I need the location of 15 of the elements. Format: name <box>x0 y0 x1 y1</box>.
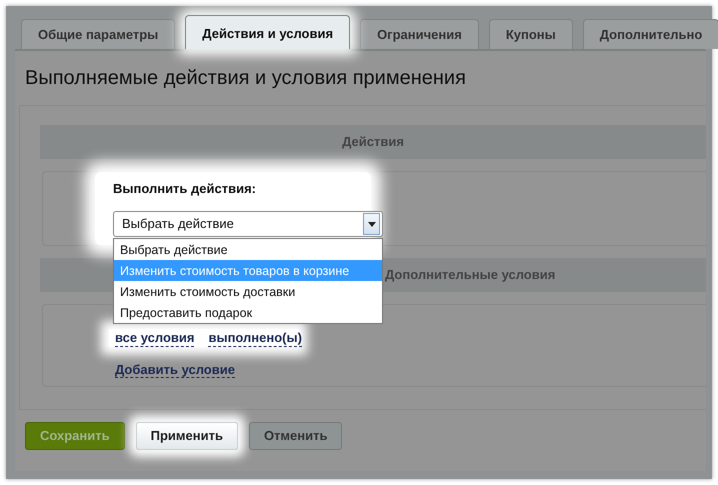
tab[interactable]: Общие параметры <box>21 19 176 49</box>
form-button[interactable]: Применить <box>136 422 238 450</box>
add-condition-link[interactable]: Добавить условие <box>115 362 235 378</box>
form-button[interactable]: Отменить <box>248 422 342 450</box>
dropdown-option[interactable]: Предоставить подарок <box>114 302 382 323</box>
condition-link[interactable]: выполнено(ы) <box>208 329 302 347</box>
actions-label: Выполнить действия: <box>113 180 257 197</box>
tab[interactable]: Действия и условия <box>185 15 350 49</box>
tab[interactable]: Ограничения <box>360 19 479 49</box>
page-title: Выполняемые действия и условия применения <box>25 66 467 91</box>
action-select[interactable]: Выбрать действие <box>113 211 383 237</box>
dropdown-option[interactable]: Выбрать действие <box>114 239 382 260</box>
tab[interactable]: Купоны <box>488 19 573 49</box>
tab[interactable]: Дополнительно <box>582 19 718 49</box>
section-header: Действия <box>40 125 706 159</box>
